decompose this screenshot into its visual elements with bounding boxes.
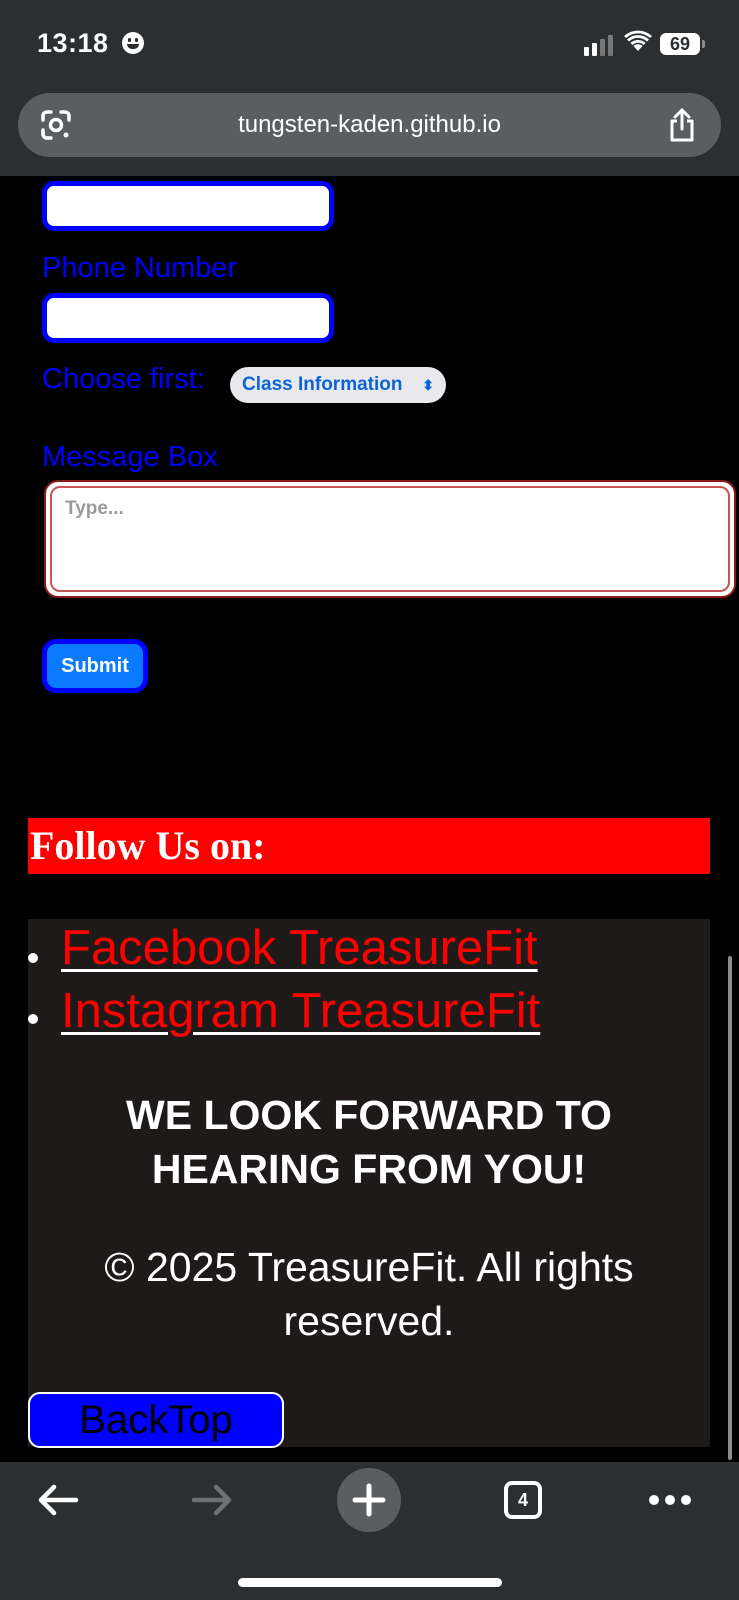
phone-number-field[interactable] xyxy=(42,293,334,343)
list-bullet xyxy=(28,1014,38,1024)
phone-number-label: Phone Number xyxy=(42,252,238,284)
forward-arrow-icon[interactable] xyxy=(190,1482,234,1518)
google-lens-icon[interactable] xyxy=(40,109,72,141)
page-scrollbar[interactable] xyxy=(728,956,732,1460)
copyright-line-2: reserved. xyxy=(283,1298,455,1344)
form-input-field[interactable] xyxy=(42,181,334,231)
home-indicator[interactable] xyxy=(238,1578,502,1587)
select-value: Class Information xyxy=(242,374,403,395)
status-time: 13:18 xyxy=(37,28,109,58)
tagline-line-1: WE LOOK FORWARD TO xyxy=(126,1092,612,1138)
message-box-label: Message Box xyxy=(42,441,218,473)
choose-first-label: Choose first: xyxy=(42,363,205,395)
new-tab-button[interactable] xyxy=(337,1468,401,1532)
tagline: WE LOOK FORWARD TO HEARING FROM YOU! xyxy=(28,1088,710,1196)
message-placeholder: Type... xyxy=(65,498,124,519)
class-select[interactable]: Class Information ⬍ xyxy=(230,367,446,403)
wifi-icon xyxy=(624,30,652,51)
list-bullet xyxy=(28,953,38,963)
message-textarea-inner: Type... xyxy=(50,486,730,592)
more-options-icon[interactable] xyxy=(648,1492,692,1508)
facebook-link[interactable]: Facebook TreasureFit xyxy=(61,920,538,976)
smiley-icon xyxy=(122,32,144,54)
instagram-link[interactable]: Instagram TreasureFit xyxy=(61,983,540,1039)
url-text[interactable]: tungsten-kaden.github.io xyxy=(18,93,721,157)
submit-button[interactable]: Submit xyxy=(42,639,148,693)
battery-indicator: 69 xyxy=(660,33,705,55)
message-textarea[interactable]: Type... xyxy=(44,480,736,598)
tab-switcher-button[interactable]: 4 xyxy=(504,1481,542,1519)
share-icon[interactable] xyxy=(667,107,697,143)
follow-us-heading: Follow Us on: xyxy=(28,818,710,874)
plus-icon xyxy=(352,1483,386,1517)
address-bar[interactable]: tungsten-kaden.github.io xyxy=(18,93,721,157)
copyright-text: © 2025 TreasureFit. All rights reserved. xyxy=(28,1240,710,1348)
status-bar: 13:18 69 xyxy=(0,0,739,92)
copyright-line-1: © 2025 TreasureFit. All rights xyxy=(104,1244,634,1290)
back-arrow-icon[interactable] xyxy=(36,1482,80,1518)
tagline-line-2: HEARING FROM YOU! xyxy=(151,1146,587,1192)
cellular-signal-icon xyxy=(584,34,616,56)
select-chevron-icon: ⬍ xyxy=(422,377,434,393)
back-to-top-button[interactable]: BackTop xyxy=(28,1392,284,1448)
